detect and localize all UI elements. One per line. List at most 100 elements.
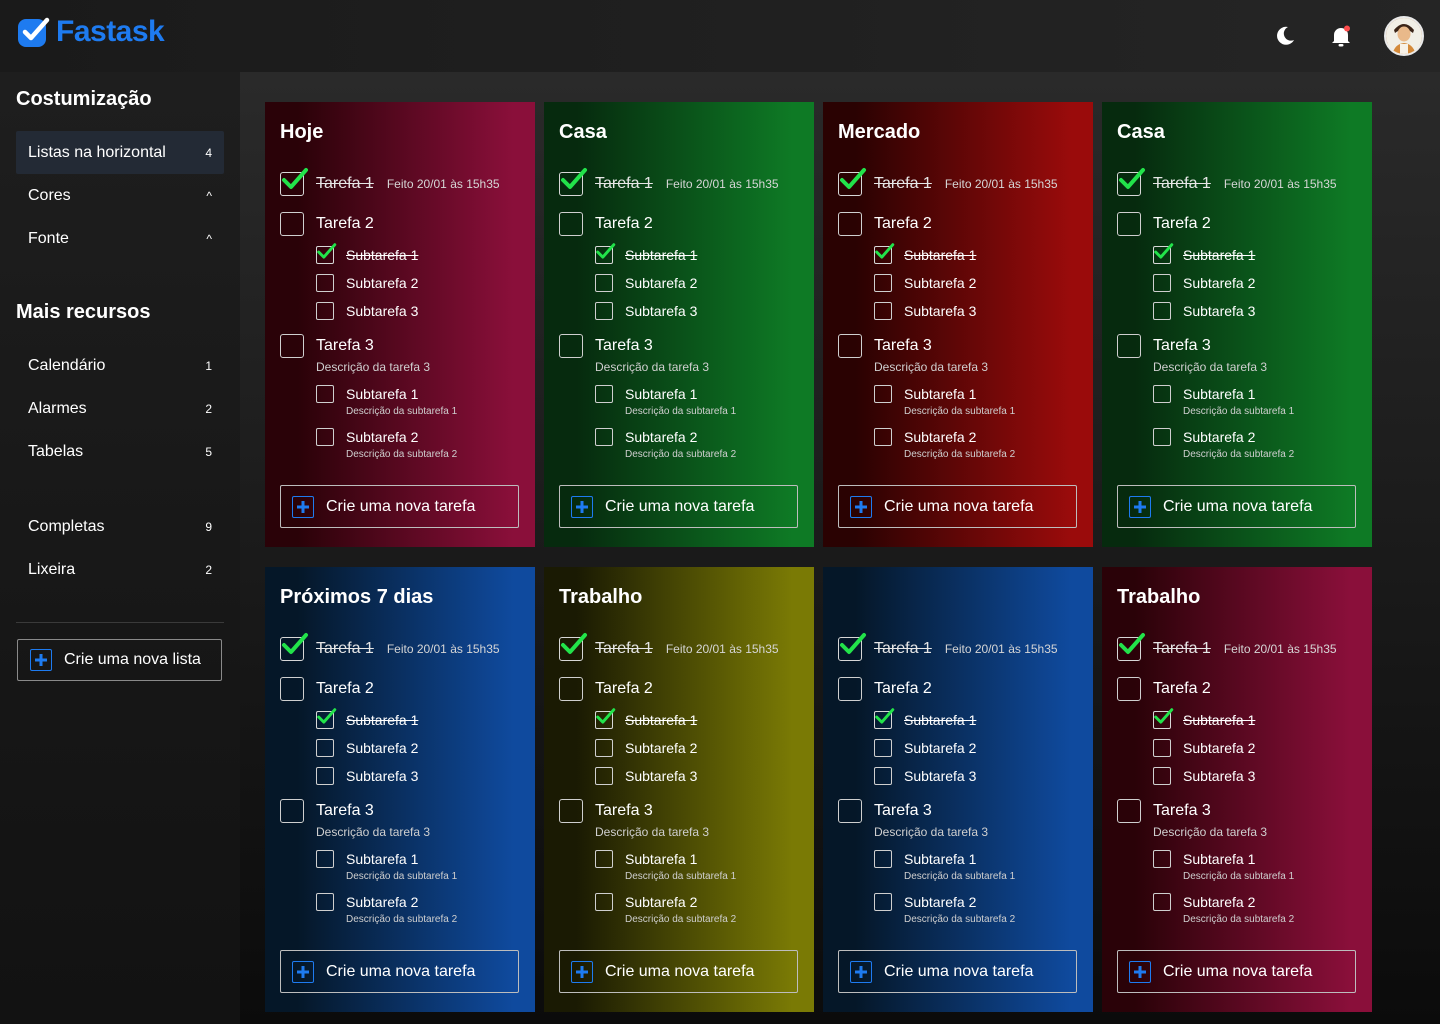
subtask-row[interactable]: Subtarefa 1 [874, 850, 976, 868]
task-row[interactable]: Tarefa 2 [1117, 677, 1211, 701]
task-checkbox[interactable] [838, 633, 866, 661]
subtask-checkbox[interactable] [874, 708, 895, 729]
subtask-checkbox[interactable] [595, 739, 613, 757]
task-checkbox[interactable] [280, 677, 304, 701]
subtask-checkbox[interactable] [1153, 385, 1171, 403]
subtask-row[interactable]: Subtarefa 3 [595, 302, 697, 320]
task-row[interactable]: Tarefa 2 [280, 677, 374, 701]
subtask-checkbox[interactable] [316, 428, 334, 446]
subtask-row[interactable]: Subtarefa 3 [1153, 767, 1255, 785]
task-checkbox[interactable] [838, 799, 862, 823]
subtask-checkbox[interactable] [874, 302, 892, 320]
new-task-button[interactable]: Crie uma nova tarefa [559, 485, 798, 528]
subtask-row[interactable]: Subtarefa 1 [1153, 385, 1255, 403]
subtask-checkbox[interactable] [316, 708, 337, 729]
subtask-checkbox[interactable] [595, 767, 613, 785]
subtask-checkbox[interactable] [595, 708, 616, 729]
subtask-checkbox[interactable] [595, 850, 613, 868]
subtask-row[interactable]: Subtarefa 1 [874, 708, 976, 729]
task-checkbox[interactable] [559, 334, 583, 358]
subtask-checkbox[interactable] [595, 243, 616, 264]
avatar[interactable] [1384, 16, 1424, 56]
task-row[interactable]: Tarefa 2 [838, 677, 932, 701]
subtask-row[interactable]: Subtarefa 3 [316, 302, 418, 320]
subtask-row[interactable]: Subtarefa 2 [316, 274, 418, 292]
subtask-checkbox[interactable] [874, 243, 895, 264]
task-checkbox[interactable] [280, 212, 304, 236]
subtask-checkbox[interactable] [874, 274, 892, 292]
subtask-checkbox[interactable] [1153, 850, 1171, 868]
subtask-checkbox[interactable] [316, 893, 334, 911]
new-task-button[interactable]: Crie uma nova tarefa [280, 485, 519, 528]
subtask-row[interactable]: Subtarefa 1 [595, 850, 697, 868]
task-checkbox[interactable] [559, 633, 587, 661]
new-task-button[interactable]: Crie uma nova tarefa [838, 485, 1077, 528]
task-row[interactable]: Tarefa 1 Feito 20/01 às 15h35 [1117, 633, 1337, 661]
task-checkbox[interactable] [838, 212, 862, 236]
subtask-checkbox[interactable] [1153, 739, 1171, 757]
subtask-row[interactable]: Subtarefa 2 [595, 274, 697, 292]
subtask-checkbox[interactable] [1153, 767, 1171, 785]
task-checkbox[interactable] [838, 334, 862, 358]
task-row[interactable]: Tarefa 3 [280, 334, 374, 358]
task-row[interactable]: Tarefa 3 [1117, 799, 1211, 823]
subtask-row[interactable]: Subtarefa 1 [595, 243, 697, 264]
task-row[interactable]: Tarefa 1 Feito 20/01 às 15h35 [559, 633, 779, 661]
task-checkbox[interactable] [1117, 633, 1145, 661]
task-row[interactable]: Tarefa 1 Feito 20/01 às 15h35 [559, 168, 779, 196]
subtask-checkbox[interactable] [1153, 243, 1174, 264]
sidebar-item-horizontal-lists[interactable]: Listas na horizontal 4 [16, 131, 224, 174]
subtask-row[interactable]: Subtarefa 1 [874, 385, 976, 403]
task-checkbox[interactable] [1117, 334, 1141, 358]
task-row[interactable]: Tarefa 3 [1117, 334, 1211, 358]
subtask-checkbox[interactable] [316, 850, 334, 868]
task-checkbox[interactable] [838, 677, 862, 701]
task-row[interactable]: Tarefa 1 Feito 20/01 às 15h35 [1117, 168, 1337, 196]
subtask-row[interactable]: Subtarefa 2 [595, 428, 697, 446]
task-checkbox[interactable] [559, 168, 587, 196]
task-checkbox[interactable] [280, 334, 304, 358]
subtask-row[interactable]: Subtarefa 3 [874, 767, 976, 785]
task-row[interactable]: Tarefa 3 [838, 799, 932, 823]
subtask-checkbox[interactable] [1153, 893, 1171, 911]
subtask-checkbox[interactable] [874, 385, 892, 403]
subtask-checkbox[interactable] [316, 243, 337, 264]
sidebar-item-alarms[interactable]: Alarmes 2 [16, 387, 224, 430]
task-checkbox[interactable] [280, 168, 308, 196]
task-checkbox[interactable] [838, 168, 866, 196]
subtask-row[interactable]: Subtarefa 3 [595, 767, 697, 785]
sidebar-item-calendar[interactable]: Calendário 1 [16, 344, 224, 387]
subtask-checkbox[interactable] [316, 302, 334, 320]
task-row[interactable]: Tarefa 1 Feito 20/01 às 15h35 [280, 168, 500, 196]
subtask-row[interactable]: Subtarefa 2 [874, 893, 976, 911]
task-checkbox[interactable] [280, 633, 308, 661]
subtask-checkbox[interactable] [316, 274, 334, 292]
task-row[interactable]: Tarefa 3 [280, 799, 374, 823]
subtask-checkbox[interactable] [595, 428, 613, 446]
subtask-checkbox[interactable] [595, 893, 613, 911]
subtask-checkbox[interactable] [316, 767, 334, 785]
sidebar-item-completed[interactable]: Completas 9 [16, 505, 224, 548]
subtask-row[interactable]: Subtarefa 2 [316, 739, 418, 757]
sidebar-item-tables[interactable]: Tabelas 5 [16, 430, 224, 473]
subtask-checkbox[interactable] [1153, 302, 1171, 320]
bell-icon[interactable] [1328, 23, 1354, 49]
subtask-checkbox[interactable] [874, 428, 892, 446]
subtask-row[interactable]: Subtarefa 1 [316, 385, 418, 403]
task-checkbox[interactable] [1117, 677, 1141, 701]
task-row[interactable]: Tarefa 2 [559, 677, 653, 701]
subtask-row[interactable]: Subtarefa 1 [1153, 243, 1255, 264]
task-checkbox[interactable] [1117, 212, 1141, 236]
task-row[interactable]: Tarefa 2 [559, 212, 653, 236]
subtask-row[interactable]: Subtarefa 1 [316, 850, 418, 868]
new-task-button[interactable]: Crie uma nova tarefa [838, 950, 1077, 993]
subtask-row[interactable]: Subtarefa 2 [1153, 428, 1255, 446]
new-task-button[interactable]: Crie uma nova tarefa [1117, 485, 1356, 528]
task-row[interactable]: Tarefa 3 [559, 334, 653, 358]
subtask-row[interactable]: Subtarefa 2 [874, 739, 976, 757]
task-row[interactable]: Tarefa 1 Feito 20/01 às 15h35 [280, 633, 500, 661]
sidebar-item-colors[interactable]: Cores ^ [16, 174, 224, 217]
task-checkbox[interactable] [1117, 799, 1141, 823]
task-row[interactable]: Tarefa 2 [280, 212, 374, 236]
subtask-row[interactable]: Subtarefa 2 [316, 893, 418, 911]
